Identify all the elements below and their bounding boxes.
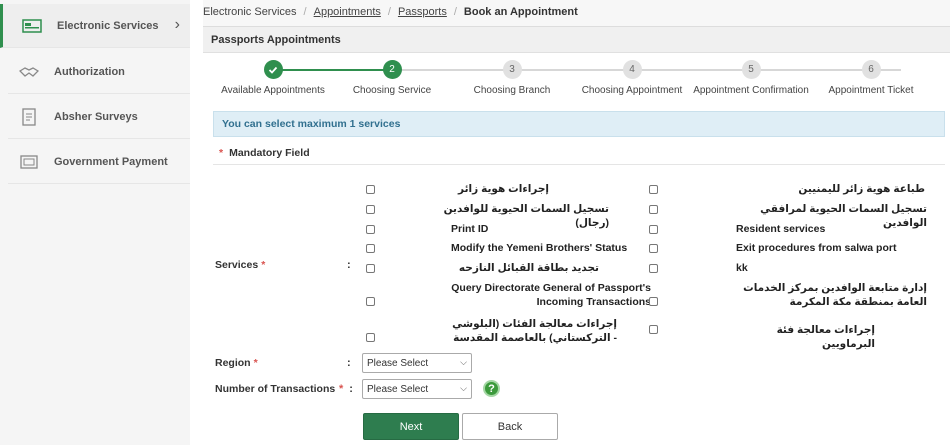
service-checkbox-right-6[interactable] xyxy=(649,297,658,306)
sidebar-item-label: Absher Surveys xyxy=(54,110,138,123)
service-checkbox-right-7[interactable] xyxy=(649,325,658,334)
transactions-label: Number of Transactions xyxy=(215,383,335,395)
divider xyxy=(213,164,945,165)
step-number: 6 xyxy=(861,60,881,79)
step-label: Appointment Confirmation xyxy=(693,85,809,96)
services-label: Services * xyxy=(215,259,265,271)
sidebar-item-label: Government Payment xyxy=(54,155,168,168)
main-content: Electronic Services / Appointments / Pas… xyxy=(203,0,950,445)
service-checkbox-left-7[interactable] xyxy=(366,333,375,342)
chevron-down-icon: ⌵ xyxy=(460,357,467,367)
step-2: 2 Choosing Service xyxy=(332,60,452,96)
sidebar-item-government-payment[interactable]: Government Payment xyxy=(8,140,190,184)
step-number: 2 xyxy=(382,60,402,79)
service-label: Modify the Yemeni Brothers' Status xyxy=(451,242,628,254)
transactions-select[interactable]: Please Select ⌵ xyxy=(362,379,472,399)
service-checkbox-right-3[interactable] xyxy=(649,225,658,234)
region-select[interactable]: Please Select ⌵ xyxy=(362,353,472,373)
step-label: Choosing Appointment xyxy=(581,85,683,96)
transactions-colon: : xyxy=(349,383,353,395)
service-label: تجديد بطاقة القبائل النازحه xyxy=(458,262,599,274)
handshake-icon xyxy=(18,63,40,81)
next-button[interactable]: Next xyxy=(363,413,459,440)
step-1: Available Appointments xyxy=(213,60,333,96)
breadcrumb-current: Book an Appointment xyxy=(463,6,578,18)
service-checkbox-right-4[interactable] xyxy=(649,244,658,253)
payment-icon xyxy=(18,153,40,171)
mandatory-note: * Mandatory Field xyxy=(219,147,310,159)
check-icon xyxy=(263,60,283,79)
service-label: Print ID xyxy=(451,223,489,235)
required-star: * xyxy=(339,383,344,395)
services-label-text: Services xyxy=(215,259,259,271)
transactions-required: *: xyxy=(339,383,353,395)
step-4: 4 Choosing Appointment xyxy=(572,60,692,96)
required-star: * xyxy=(253,357,258,369)
sidebar-item-authorization[interactable]: Authorization xyxy=(8,50,190,94)
sidebar-item-label: Electronic Services xyxy=(57,19,159,32)
service-label: Exit procedures from salwa port xyxy=(736,242,897,254)
service-label: طباعة هوية زائر لليمنيين xyxy=(798,183,925,195)
mandatory-text: Mandatory Field xyxy=(229,147,310,159)
required-star: * xyxy=(261,259,266,271)
service-label: Resident services xyxy=(736,223,826,235)
services-icon xyxy=(21,17,43,35)
appointment-panel: Passports Appointments Available Appoint… xyxy=(203,26,950,445)
sidebar-item-label: Authorization xyxy=(54,65,125,78)
service-checkbox-right-5[interactable] xyxy=(649,264,658,273)
step-number: 5 xyxy=(741,60,761,79)
transactions-select-value: Please Select xyxy=(367,383,429,395)
service-label: إجراءات معالجة الفئات (البلوشي - التركست… xyxy=(452,318,617,345)
step-number: 3 xyxy=(502,60,522,79)
service-label: Query Directorate General of Passport's … xyxy=(451,282,651,309)
sidebar: Electronic Services › Authorization Absh… xyxy=(0,0,190,445)
help-icon[interactable]: ? xyxy=(483,380,500,397)
service-checkbox-left-2[interactable] xyxy=(366,205,375,214)
service-checkbox-left-1[interactable] xyxy=(366,185,375,194)
service-checkbox-left-3[interactable] xyxy=(366,225,375,234)
service-label: kk xyxy=(736,262,748,274)
region-colon: : xyxy=(347,357,351,369)
service-checkbox-left-5[interactable] xyxy=(366,264,375,273)
service-label: إدارة متابعة الوافدين بمركز الخدمات العا… xyxy=(743,282,927,309)
region-label-text: Region xyxy=(215,357,251,369)
required-star: * xyxy=(219,147,224,159)
region-label: Region * xyxy=(215,357,258,369)
service-checkbox-right-2[interactable] xyxy=(649,205,658,214)
step-3: 3 Choosing Branch xyxy=(452,60,572,96)
panel-title: Passports Appointments xyxy=(203,27,950,53)
step-label: Appointment Ticket xyxy=(828,85,914,96)
service-checkbox-left-6[interactable] xyxy=(366,297,375,306)
breadcrumb-item-passports[interactable]: Passports xyxy=(398,6,447,18)
service-checkbox-left-4[interactable] xyxy=(366,244,375,253)
chevron-right-icon: › xyxy=(174,16,180,33)
step-label: Choosing Service xyxy=(352,85,432,96)
transactions-label-text: Number of Transactions xyxy=(215,383,336,395)
back-button[interactable]: Back xyxy=(462,413,558,440)
breadcrumb-item-electronic-services[interactable]: Electronic Services xyxy=(203,6,297,18)
sidebar-item-absher-surveys[interactable]: Absher Surveys xyxy=(8,95,190,139)
region-select-value: Please Select xyxy=(367,357,429,369)
chevron-down-icon: ⌵ xyxy=(460,383,467,393)
step-5: 5 Appointment Confirmation xyxy=(691,60,811,96)
service-label: إجراءات معالجة فئة البرماويين xyxy=(776,324,875,351)
step-label: Choosing Branch xyxy=(473,85,551,96)
survey-icon xyxy=(18,107,40,126)
step-number: 4 xyxy=(622,60,642,79)
step-label: Available Appointments xyxy=(221,85,325,96)
step-6: 6 Appointment Ticket xyxy=(811,60,931,96)
breadcrumb: Electronic Services / Appointments / Pas… xyxy=(203,6,578,18)
service-label: إجراءات هوية زائر xyxy=(458,183,549,195)
info-message: You can select maximum 1 services xyxy=(213,111,945,137)
service-checkbox-right-1[interactable] xyxy=(649,185,658,194)
sidebar-item-electronic-services[interactable]: Electronic Services › xyxy=(0,4,190,48)
breadcrumb-item-appointments[interactable]: Appointments xyxy=(314,6,381,18)
services-colon: : xyxy=(347,259,351,271)
